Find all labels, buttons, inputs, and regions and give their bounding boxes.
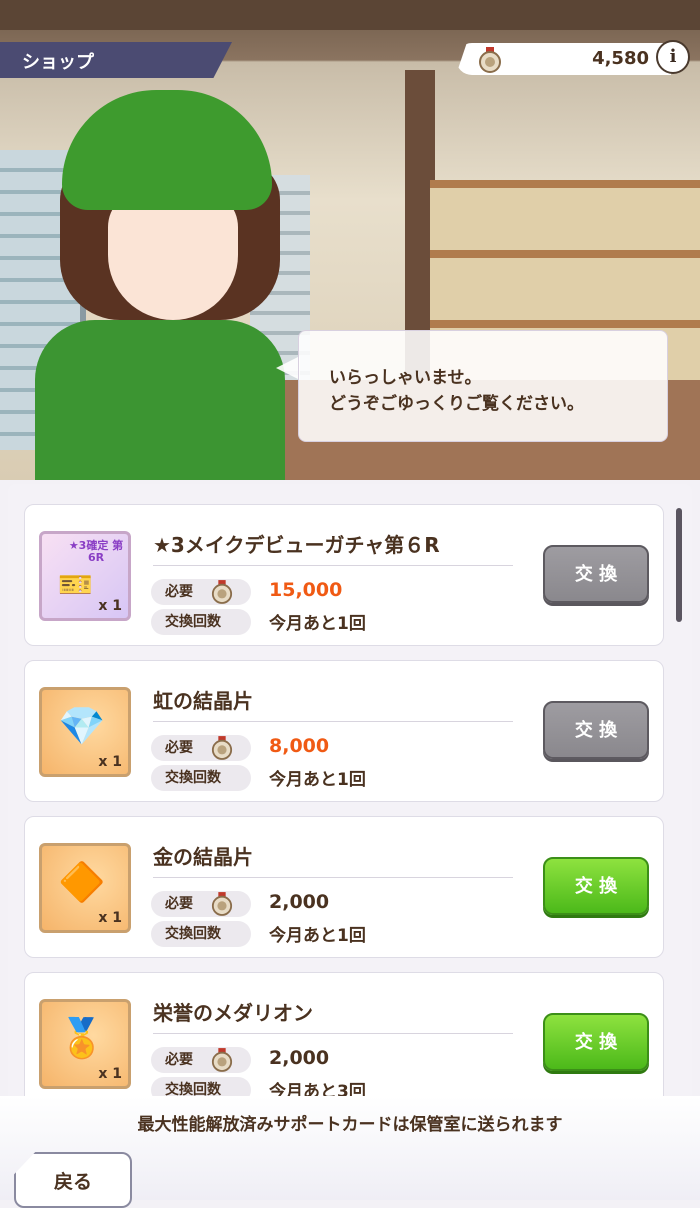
exchange-button[interactable]: 交 換 (543, 857, 649, 915)
item-name: ★3メイクデビューガチャ第６R (153, 533, 440, 557)
medal-icon (211, 736, 233, 760)
divider (153, 565, 513, 566)
item-thumbnail: ★3確定 第6R 🎫 x 1 (39, 531, 131, 621)
required-label: 必要 (151, 579, 251, 605)
exchange-count-label: 交換回数 (151, 1077, 251, 1096)
item-quantity: x 1 (98, 1066, 122, 1082)
divider (153, 877, 513, 878)
character-hat (62, 90, 272, 210)
item-exchange-limit: 今月あと1回 (269, 614, 366, 634)
required-label: 必要 (151, 735, 251, 761)
shop-item-card: 🔶 x 1 金の結晶片 必要 2,000 交換回数 今月あと1回 交 換 (24, 816, 664, 958)
exchange-count-label: 交換回数 (151, 765, 251, 791)
currency-amount: 4,580 (592, 48, 649, 69)
exchange-button[interactable]: 交 換 (543, 701, 649, 759)
character-body (35, 320, 285, 480)
item-name: 金の結晶片 (153, 845, 253, 869)
list-scrollbar[interactable] (676, 508, 682, 622)
page-title-bar: ショップ (0, 42, 232, 78)
speech-line-1: いらっしゃいませ。 (329, 368, 482, 388)
medal-currency-display: 4,580 (456, 43, 671, 75)
item-cost: 8,000 (269, 735, 330, 757)
item-exchange-limit: 今月あと1回 (269, 770, 366, 790)
exchange-button[interactable]: 交 換 (543, 545, 649, 603)
item-name: 虹の結晶片 (153, 689, 253, 713)
footer-notice: 最大性能解放済みサポートカードは保管室に送られます (137, 1115, 563, 1135)
item-thumbnail: 🏅 x 1 (39, 999, 131, 1089)
shop-item-card: ★3確定 第6R 🎫 x 1 ★3メイクデビューガチャ第６R 必要 15,000… (24, 504, 664, 646)
item-thumbnail: 🔶 x 1 (39, 843, 131, 933)
exchange-count-label: 交換回数 (151, 609, 251, 635)
item-quantity: x 1 (98, 754, 122, 770)
ticket-tag-label: ★3確定 第6R (68, 539, 124, 564)
medal-icon (211, 580, 233, 604)
info-button[interactable]: i (656, 40, 690, 74)
divider (153, 1033, 513, 1034)
page-title: ショップ (22, 52, 94, 73)
medal-icon (211, 1048, 233, 1072)
item-cost: 2,000 (269, 1047, 330, 1069)
speech-line-2: どうぞごゆっくりご覧ください。 (329, 394, 584, 414)
speech-bubble-tail (276, 356, 300, 380)
shop-item-card: 💎 x 1 虹の結晶片 必要 8,000 交換回数 今月あと1回 交 換 (24, 660, 664, 802)
gold-crystal-icon: 🔶 (58, 860, 106, 904)
item-quantity: x 1 (98, 598, 122, 614)
shop-item-card: 🏅 x 1 栄誉のメダリオン 必要 2,000 交換回数 今月あと3回 交 換 (24, 972, 664, 1096)
rainbow-crystal-icon: 💎 (58, 704, 106, 748)
required-label: 必要 (151, 891, 251, 917)
item-cost: 2,000 (269, 891, 330, 913)
footer-bar: 最大性能解放済みサポートカードは保管室に送られます 戻る (0, 1096, 700, 1208)
exchange-count-label: 交換回数 (151, 921, 251, 947)
ceiling-beam (0, 0, 700, 30)
item-cost: 15,000 (269, 579, 343, 601)
item-quantity: x 1 (98, 910, 122, 926)
ticket-icon: 🎫 (58, 568, 93, 601)
speech-bubble: いらっしゃいませ。 どうぞごゆっくりご覧ください。 (298, 330, 668, 442)
medal-icon (211, 892, 233, 916)
back-button-label: 戻る (54, 1171, 93, 1193)
item-name: 栄誉のメダリオン (153, 1001, 313, 1025)
divider (153, 721, 513, 722)
medallion-icon: 🏅 (58, 1016, 106, 1060)
required-label: 必要 (151, 1047, 251, 1073)
item-thumbnail: 💎 x 1 (39, 687, 131, 777)
item-exchange-limit: 今月あと1回 (269, 926, 366, 946)
shop-item-list[interactable]: ★3確定 第6R 🎫 x 1 ★3メイクデビューガチャ第６R 必要 15,000… (8, 484, 692, 1096)
exchange-button[interactable]: 交 換 (543, 1013, 649, 1071)
medal-icon (479, 47, 501, 73)
item-exchange-limit: 今月あと3回 (269, 1082, 366, 1096)
